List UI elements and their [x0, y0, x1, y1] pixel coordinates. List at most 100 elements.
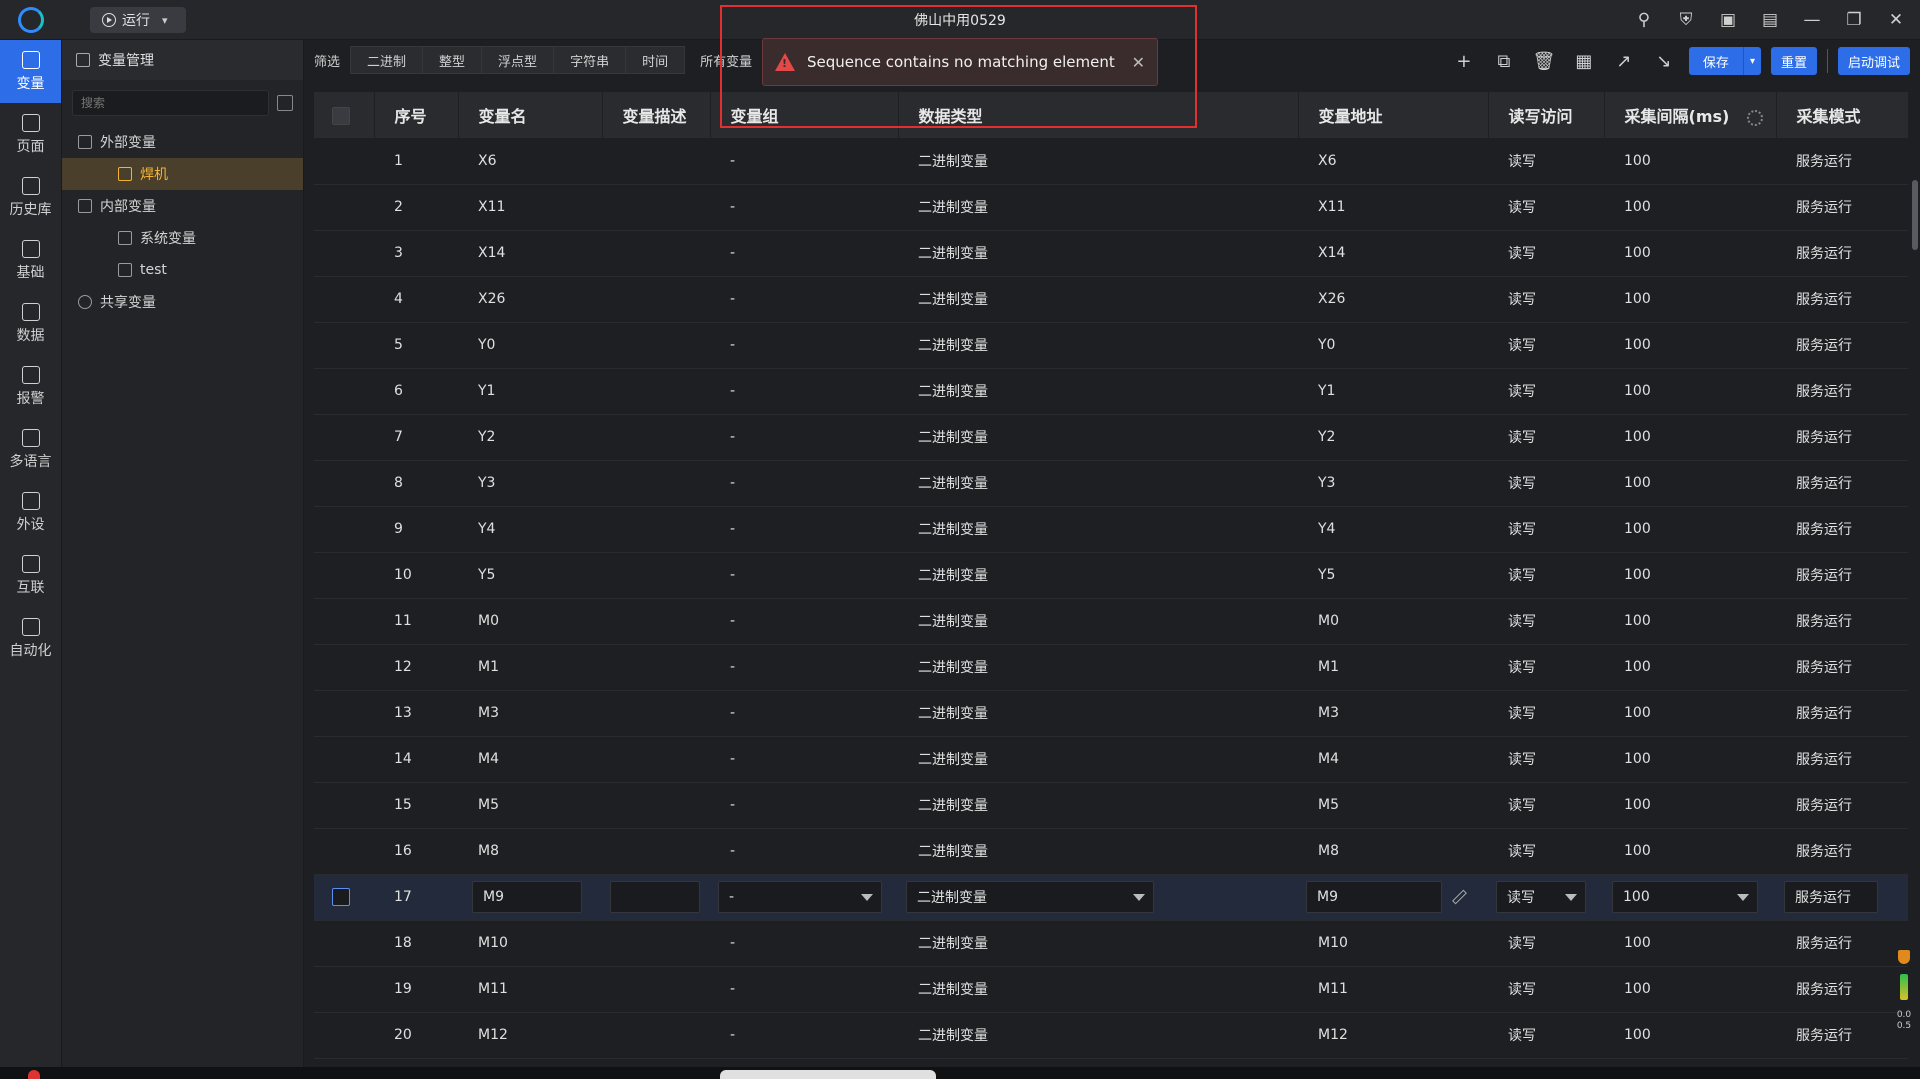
cell-description[interactable]	[602, 828, 710, 875]
cell-address[interactable]: Y3	[1298, 460, 1488, 507]
cell-interval[interactable]: 100	[1604, 736, 1776, 783]
cell-name[interactable]: M4	[458, 736, 602, 783]
cell-data-type[interactable]: 二进制变量	[898, 460, 1298, 507]
cell-index[interactable]: 12	[374, 644, 458, 691]
cell-group[interactable]: -	[710, 966, 898, 1013]
cell-data-type[interactable]: 二进制变量	[898, 782, 1298, 829]
save-dropdown-icon[interactable]: ▾	[1742, 47, 1761, 75]
cell-index[interactable]: 3	[374, 230, 458, 277]
table-row[interactable]: 19 M11- 二进制变量 M11 读写 100 服务运行	[314, 966, 1908, 1013]
save-button[interactable]: 保存	[1688, 47, 1743, 75]
cell-data-type[interactable]: 二进制变量	[898, 690, 1298, 737]
cell-description[interactable]	[602, 966, 710, 1013]
cell-description[interactable]	[602, 736, 710, 783]
cell-description[interactable]	[602, 782, 710, 829]
cell-mode[interactable]: 服务运行	[1776, 920, 1908, 967]
cell-access[interactable]: 读写	[1488, 276, 1604, 323]
cell-name[interactable]: Y2	[458, 414, 602, 461]
rail-item-peripheral[interactable]: 外设	[0, 481, 61, 544]
row-checkbox[interactable]	[332, 888, 350, 906]
cell-access[interactable]: 读写	[1488, 690, 1604, 737]
rail-item-automation[interactable]: 自动化	[0, 607, 61, 670]
cell-interval[interactable]: 100	[1604, 552, 1776, 599]
add-group-icon[interactable]	[277, 95, 293, 111]
cell-group[interactable]: -	[710, 414, 898, 461]
cell-name[interactable]: X26	[458, 276, 602, 323]
cell-data-type[interactable]: 二进制变量	[898, 828, 1298, 875]
cell-data-type[interactable]: 二进制变量	[898, 138, 1298, 185]
cell-access[interactable]: 读写	[1488, 782, 1604, 829]
cell-mode[interactable]: 服务运行	[1776, 322, 1908, 369]
cell-interval[interactable]: 100	[1604, 276, 1776, 323]
cell-address[interactable]: X26	[1298, 276, 1488, 323]
cell-data-type[interactable]: 二进制变量	[898, 552, 1298, 599]
cell-name[interactable]: M3	[458, 690, 602, 737]
cell-access[interactable]: 读写	[1488, 460, 1604, 507]
cell-index[interactable]: 15	[374, 782, 458, 829]
cell-data-type[interactable]: 二进制变量	[898, 230, 1298, 277]
cell-access[interactable]: 读写	[1488, 506, 1604, 553]
cell-address[interactable]: Y5	[1298, 552, 1488, 599]
cell-index[interactable]: 19	[374, 966, 458, 1013]
cell-interval[interactable]: 100	[1604, 966, 1776, 1013]
cell-description[interactable]	[602, 184, 710, 231]
cell-address[interactable]: M12	[1298, 1012, 1488, 1059]
cell-mode[interactable]: 服务运行	[1776, 138, 1908, 185]
filter-tab-time[interactable]: 时间	[625, 46, 686, 74]
edit-address-icon[interactable]	[1452, 890, 1466, 904]
cell-index[interactable]: 9	[374, 506, 458, 553]
minimize-icon[interactable]: —	[1798, 6, 1826, 34]
cell-address[interactable]: M4	[1298, 736, 1488, 783]
col-name[interactable]: 变量名	[458, 92, 603, 138]
cell-interval[interactable]: 100	[1604, 828, 1776, 875]
cell-description[interactable]	[602, 138, 710, 185]
batch-icon[interactable]: ▦	[1569, 48, 1599, 74]
table-row[interactable]: 6 Y1- 二进制变量 Y1 读写 100 服务运行	[314, 368, 1908, 415]
cell-interval[interactable]: 100	[1604, 506, 1776, 553]
cell-group[interactable]: -	[710, 874, 898, 921]
cell-access[interactable]: 读写	[1488, 414, 1604, 461]
layout-icon[interactable]: ▤	[1756, 6, 1784, 34]
cell-name[interactable]: M1	[458, 644, 602, 691]
cell-interval[interactable]: 100	[1604, 138, 1776, 185]
cell-name[interactable]: Y5	[458, 552, 602, 599]
cell-access[interactable]: 读写	[1488, 184, 1604, 231]
gear-icon[interactable]	[1747, 109, 1764, 126]
cell-mode[interactable]: 服务运行	[1776, 690, 1908, 737]
cell-index[interactable]: 14	[374, 736, 458, 783]
cell-mode[interactable]: 服务运行	[1776, 874, 1908, 921]
cell-address[interactable]: M0	[1298, 598, 1488, 645]
cell-index[interactable]: 6	[374, 368, 458, 415]
cell-data-type[interactable]: 二进制变量	[898, 322, 1298, 369]
cell-address[interactable]: M9	[1298, 874, 1488, 921]
cell-data-type[interactable]: 二进制变量	[898, 644, 1298, 691]
search-icon[interactable]: ⚲	[1630, 6, 1658, 34]
table-row[interactable]: 13 M3- 二进制变量 M3 读写 100 服务运行	[314, 690, 1908, 737]
package-icon[interactable]: ▣	[1714, 6, 1742, 34]
cell-address[interactable]: Y1	[1298, 368, 1488, 415]
tree-search-input[interactable]	[72, 90, 270, 116]
cell-description[interactable]	[602, 598, 710, 645]
cell-mode[interactable]: 服务运行	[1776, 184, 1908, 231]
cell-mode[interactable]: 服务运行	[1776, 598, 1908, 645]
cell-index[interactable]: 16	[374, 828, 458, 875]
cell-interval[interactable]: 100	[1604, 322, 1776, 369]
table-row[interactable]: 16 M8- 二进制变量 M8 读写 100 服务运行	[314, 828, 1908, 875]
cell-data-type[interactable]: 二进制变量	[898, 414, 1298, 461]
tree-node-welder[interactable]: 焊机	[62, 158, 303, 190]
cell-address[interactable]: X6	[1298, 138, 1488, 185]
edit-interval-field[interactable]: 100	[1612, 881, 1758, 913]
cell-mode[interactable]: 服务运行	[1776, 276, 1908, 323]
cell-access[interactable]: 读写	[1488, 1012, 1604, 1059]
shield-icon[interactable]: ⛨	[1672, 6, 1700, 34]
table-row[interactable]: 1 X6- 二进制变量 X6 读写 100 服务运行	[314, 138, 1908, 185]
rail-item-language[interactable]: 多语言	[0, 418, 61, 481]
cell-index[interactable]: 7	[374, 414, 458, 461]
cell-description[interactable]	[602, 276, 710, 323]
cell-index[interactable]: 8	[374, 460, 458, 507]
cell-name[interactable]: M12	[458, 1012, 602, 1059]
cell-index[interactable]: 10	[374, 552, 458, 599]
cell-access[interactable]: 读写	[1488, 644, 1604, 691]
rail-item-alarm[interactable]: 报警	[0, 355, 61, 418]
cell-address[interactable]: M10	[1298, 920, 1488, 967]
